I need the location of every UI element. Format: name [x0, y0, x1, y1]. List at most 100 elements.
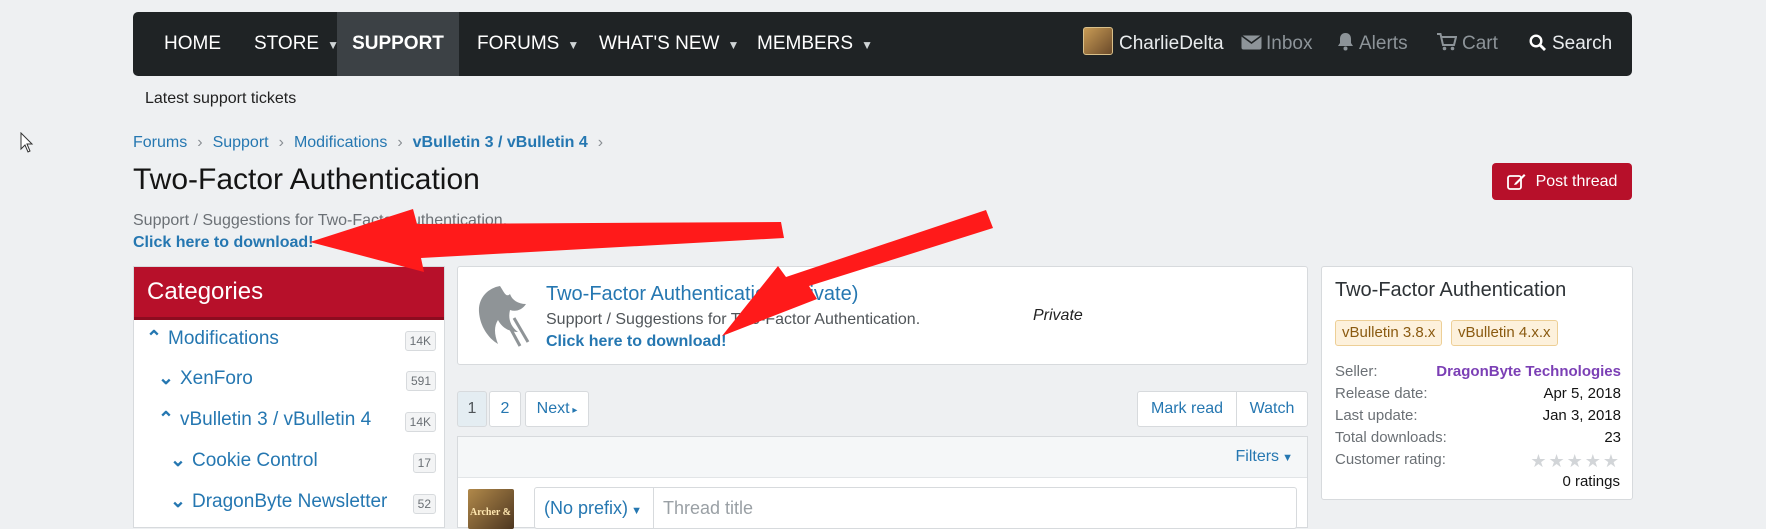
nav-user-account[interactable]: CharlieDelta	[1083, 12, 1224, 76]
page-title: Two-Factor Authentication	[133, 163, 480, 196]
nav-search[interactable]: Search	[1529, 12, 1612, 76]
nav-support[interactable]: SUPPORT	[337, 12, 459, 76]
edit-icon	[1506, 174, 1526, 190]
chevron-right-icon: ▸	[569, 405, 578, 416]
category-dragonbyte-newsletter[interactable]: ⌄ DragonByte Newsletter	[170, 490, 387, 513]
post-thread-button[interactable]: Post thread	[1492, 163, 1632, 200]
breadcrumb-vbulletin[interactable]: vBulletin 3 / vBulletin 4	[413, 134, 588, 151]
nav-inbox-label: Inbox	[1266, 33, 1313, 54]
seller-link[interactable]: DragonByte Technologies	[1436, 363, 1621, 380]
count-badge: 591	[405, 371, 436, 391]
chevron-down-icon[interactable]: ▼	[727, 38, 739, 52]
filter-bar: Filters ▼	[458, 437, 1307, 478]
next-label: Next	[536, 400, 570, 417]
count-badge: 14K	[404, 331, 436, 351]
nav-home-label: HOME	[164, 33, 221, 54]
nav-forums[interactable]: FORUMS ▼	[477, 12, 579, 76]
category-label: Modifications	[168, 328, 279, 349]
rating-label: Customer rating:	[1335, 451, 1446, 468]
nav-store-label: STORE	[254, 33, 320, 54]
resource-description: Support / Suggestions for Two-Factor Aut…	[546, 311, 921, 328]
chevron-down-icon[interactable]: ⌄	[170, 490, 192, 513]
cart-icon	[1437, 33, 1458, 51]
resource-download-link[interactable]: Click here to download!	[546, 333, 726, 351]
filters-button[interactable]: Filters ▼	[1235, 448, 1293, 466]
chevron-up-icon[interactable]: ⌃	[158, 408, 180, 431]
release-row: Release date: Apr 5, 2018	[1335, 385, 1621, 402]
category-label: DragonByte Newsletter	[192, 491, 388, 512]
version-tag[interactable]: vBulletin 4.x.x	[1451, 320, 1558, 346]
category-label: vBulletin 3 / vBulletin 4	[180, 409, 372, 430]
category-label: Cookie Control	[192, 450, 318, 471]
next-page-button[interactable]: Next ▸	[525, 391, 589, 427]
chevron-down-icon[interactable]: ▼	[567, 38, 579, 52]
category-xenforo[interactable]: ⌄ XenForo	[158, 367, 253, 390]
page-description: Support / Suggestions for Two-Factor Aut…	[133, 212, 508, 229]
page-2-button[interactable]: 2	[489, 391, 521, 427]
downloads-value: 23	[1604, 429, 1621, 446]
nav-cart[interactable]: Cart	[1437, 12, 1498, 76]
release-value: Apr 5, 2018	[1543, 385, 1621, 402]
category-cookie-control[interactable]: ⌄ Cookie Control	[170, 449, 318, 472]
download-link[interactable]: Click here to download!	[133, 234, 313, 252]
chevron-down-icon[interactable]: ⌄	[170, 449, 192, 472]
nav-whats-new-label: WHAT'S NEW	[599, 33, 720, 54]
breadcrumb-modifications[interactable]: Modifications	[294, 134, 387, 151]
nav-home[interactable]: HOME	[164, 12, 221, 76]
filters-label: Filters	[1235, 448, 1280, 465]
nav-support-label: SUPPORT	[352, 33, 444, 54]
mark-read-button[interactable]: Mark read	[1137, 391, 1237, 427]
avatar	[1083, 27, 1113, 55]
nav-whats-new[interactable]: WHAT'S NEW ▼	[599, 12, 739, 76]
thread-list: Filters ▼ Archer & (No prefix) ▼ Thread …	[457, 436, 1308, 529]
private-label: Private	[1033, 307, 1083, 324]
chevron-down-icon[interactable]: ▼	[861, 38, 873, 52]
resource-title[interactable]: Two-Factor Authentication (Private)	[546, 283, 858, 306]
breadcrumb-separator: ›	[197, 134, 203, 151]
search-icon	[1529, 34, 1546, 51]
categories-title: Categories	[134, 267, 444, 320]
category-label: XenForo	[180, 368, 253, 389]
nav-inbox[interactable]: Inbox	[1241, 12, 1312, 76]
nav-search-label: Search	[1552, 33, 1613, 54]
count-badge: 14K	[404, 412, 436, 432]
star-rating-icon[interactable]: ★★★★★	[1530, 451, 1621, 472]
rating-row: Customer rating: ★★★★★	[1335, 451, 1621, 471]
info-title: Two-Factor Authentication	[1335, 279, 1567, 301]
watch-button[interactable]: Watch	[1236, 391, 1308, 427]
chevron-down-icon: ▼	[628, 505, 642, 517]
bell-icon	[1338, 33, 1353, 51]
breadcrumb-separator: ›	[278, 134, 284, 151]
subnav-latest-tickets[interactable]: Latest support tickets	[145, 90, 296, 108]
count-badge: 52	[412, 494, 436, 514]
seller-label: Seller:	[1335, 363, 1378, 380]
nav-forums-label: FORUMS	[477, 33, 560, 54]
new-thread-input: (No prefix) ▼ Thread title	[534, 487, 1297, 529]
page-1-button[interactable]: 1	[457, 391, 487, 427]
update-label: Last update:	[1335, 407, 1418, 424]
chevron-up-icon[interactable]: ⌃	[146, 327, 168, 350]
chevron-down-icon: ▼	[1279, 452, 1293, 464]
prefix-select[interactable]: (No prefix) ▼	[544, 498, 642, 519]
downloads-row: Total downloads: 23	[1335, 429, 1621, 446]
divider	[653, 488, 654, 528]
nav-store[interactable]: STORE ▼	[254, 12, 339, 76]
category-modifications[interactable]: ⌃ Modifications	[146, 327, 279, 350]
chevron-down-icon[interactable]: ⌄	[158, 367, 180, 390]
breadcrumb-forums[interactable]: Forums	[133, 134, 187, 151]
category-vbulletin[interactable]: ⌃ vBulletin 3 / vBulletin 4	[158, 408, 371, 431]
resource-info-panel: Two-Factor Authentication vBulletin 3.8.…	[1321, 266, 1633, 500]
nav-members[interactable]: MEMBERS ▼	[757, 12, 873, 76]
count-badge: 17	[412, 453, 436, 473]
nav-alerts[interactable]: Alerts	[1337, 12, 1408, 76]
nav-user-label: CharlieDelta	[1119, 33, 1224, 54]
version-tag[interactable]: vBulletin 3.8.x	[1335, 320, 1443, 346]
thread-title-input[interactable]: Thread title	[663, 498, 753, 519]
seller-row: Seller: DragonByte Technologies	[1335, 363, 1621, 380]
mouse-cursor-icon	[20, 132, 34, 153]
breadcrumb-separator: ›	[597, 134, 604, 151]
release-label: Release date:	[1335, 385, 1428, 402]
breadcrumb-support[interactable]: Support	[213, 134, 269, 151]
avatar: Archer &	[468, 489, 514, 529]
update-row: Last update: Jan 3, 2018	[1335, 407, 1621, 424]
